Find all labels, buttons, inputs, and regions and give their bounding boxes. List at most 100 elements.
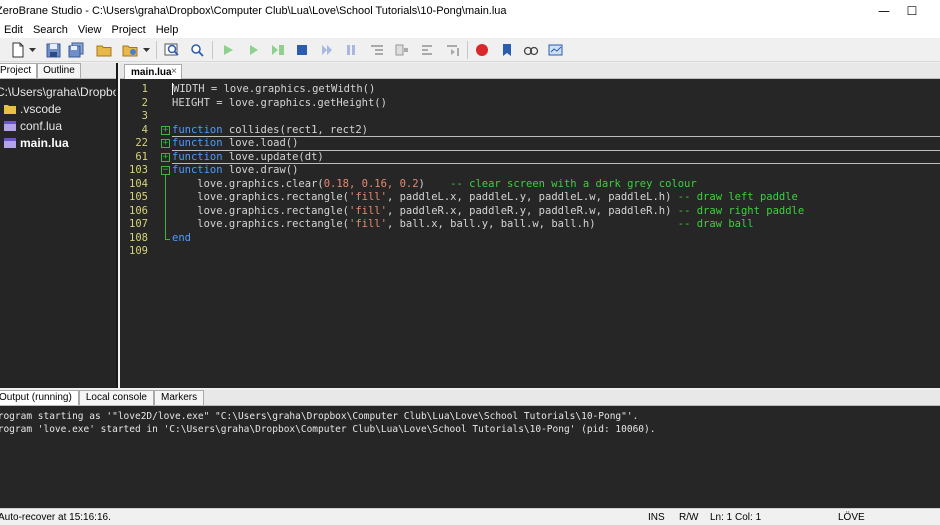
code-line: HEIGHT = love.graphics.getHeight(): [172, 97, 387, 111]
break-icon[interactable]: [343, 42, 359, 58]
code-token: love.graphics.clear(: [172, 177, 324, 190]
tree-root[interactable]: C:\Users\graha\Dropbox: [0, 83, 116, 100]
bookmark-icon[interactable]: [499, 42, 515, 58]
menu-help[interactable]: Help: [151, 24, 184, 36]
window-title: ZeroBrane Studio - C:\Users\graha\Dropbo…: [0, 5, 507, 17]
project-panel-tabs: Project Outline: [0, 63, 116, 79]
keyword-token: function: [172, 150, 223, 163]
string-token: 'fill': [349, 191, 387, 203]
toolbar: [0, 38, 940, 62]
keyword-token: function: [172, 137, 223, 149]
step-out-icon[interactable]: [394, 42, 410, 58]
line-number: 3: [141, 110, 148, 122]
status-interpreter[interactable]: LÖVE: [838, 512, 865, 523]
code-line: function love.draw(): [172, 164, 298, 178]
tab-output[interactable]: Output (running): [0, 390, 79, 405]
line-number: 4: [141, 123, 148, 136]
dropdown-arrow-icon[interactable]: [142, 42, 152, 58]
project-folder-icon[interactable]: [96, 42, 112, 58]
maximize-button[interactable]: ☐: [892, 0, 932, 22]
fold-expand-icon[interactable]: +: [161, 139, 170, 148]
stack-icon[interactable]: [548, 42, 564, 58]
close-tab-icon[interactable]: ×: [171, 66, 177, 77]
fold-expand-icon[interactable]: +: [161, 125, 170, 135]
fold-end-marker: [165, 238, 170, 240]
toolbar-separator: [156, 41, 157, 59]
editor-tab-label: main.lua: [131, 66, 172, 78]
line-number: 106: [129, 204, 148, 217]
code-token: WIDTH = love.graphics.getWidth(): [173, 83, 376, 95]
step-into-icon[interactable]: [369, 42, 385, 58]
menu-project[interactable]: Project: [106, 24, 150, 36]
save-icon[interactable]: [45, 42, 61, 58]
run-debug-icon[interactable]: [245, 42, 261, 58]
save-all-icon[interactable]: [68, 42, 84, 58]
file-tree: C:\Users\graha\Dropbox .vscode conf.lua …: [0, 79, 116, 151]
toolbar-separator: [467, 41, 468, 59]
output-panel-tabs: Output (running) Local console Markers: [0, 390, 940, 406]
tab-outline[interactable]: Outline: [37, 63, 81, 78]
toggle-breakpoint-icon[interactable]: [474, 42, 490, 58]
code-token: HEIGHT = love.graphics.getHeight(): [172, 96, 387, 109]
code-line: function collides(rect1, rect2): [172, 124, 368, 138]
line-number: 22: [135, 137, 148, 149]
code-line: WIDTH = love.graphics.getWidth(): [172, 83, 375, 97]
open-project-icon[interactable]: [122, 42, 138, 58]
status-bar: Auto-recover at 15:16:16. INS R/W Ln: 1 …: [0, 508, 940, 525]
find-in-files-icon[interactable]: [189, 42, 205, 58]
line-number: 104: [129, 177, 148, 190]
keyword-token: function: [172, 123, 223, 136]
watch-icon[interactable]: [523, 42, 539, 58]
menu-view[interactable]: View: [73, 24, 107, 36]
tab-markers[interactable]: Markers: [153, 390, 205, 405]
line-number: 105: [129, 191, 148, 203]
lua-file-icon: [4, 120, 16, 131]
step-over-icon[interactable]: [319, 42, 335, 58]
menu-edit[interactable]: Edit: [0, 24, 28, 36]
code-token: , paddleR.x, paddleR.y, paddleR.w, paddl…: [386, 204, 672, 217]
code-line: love.graphics.rectangle('fill', paddleL.…: [172, 191, 798, 205]
status-insert-mode: INS: [648, 512, 665, 523]
code-token: , paddleL.x, paddleL.y, paddleL.w, paddl…: [386, 191, 672, 203]
lua-file-icon: [4, 137, 16, 148]
code-line: love.graphics.rectangle('fill', ball.x, …: [172, 218, 754, 232]
code-line: end: [172, 232, 191, 246]
output-line: Program 'love.exe' started in 'C:\Users\…: [0, 424, 656, 435]
code-line: love.graphics.clear(0.18, 0.16, 0.2) -- …: [172, 177, 696, 192]
status-message: Auto-recover at 15:16:16.: [0, 512, 111, 523]
code-token: love.graphics.rectangle(: [172, 218, 350, 230]
compile-icon[interactable]: [270, 42, 286, 58]
fold-collapse-icon[interactable]: −: [161, 166, 170, 175]
tree-item-vscode[interactable]: .vscode: [0, 100, 116, 117]
new-file-icon[interactable]: [10, 42, 26, 58]
status-cursor-position: Ln: 1 Col: 1: [710, 512, 762, 523]
title-bar: ZeroBrane Studio - C:\Users\graha\Dropbo…: [0, 0, 940, 22]
menu-bar: Edit Search View Project Help: [0, 22, 940, 38]
code-token: love.graphics.rectangle(: [172, 191, 350, 203]
tab-local-console[interactable]: Local console: [78, 390, 154, 405]
toolbar-separator: [212, 41, 213, 59]
tab-project[interactable]: Project: [0, 63, 38, 78]
menu-search[interactable]: Search: [28, 24, 73, 36]
tree-item-conf-lua[interactable]: conf.lua: [0, 117, 116, 134]
fold-expand-icon[interactable]: +: [161, 152, 170, 162]
run-to-cursor-icon[interactable]: [420, 42, 436, 58]
string-token: 'fill': [349, 204, 387, 217]
dropdown-arrow-icon[interactable]: [28, 42, 38, 58]
editor-tabs: main.lua ×: [120, 63, 940, 79]
tab-main-lua[interactable]: main.lua ×: [124, 64, 182, 79]
comment-token: -- draw ball: [595, 218, 754, 230]
line-number: 108: [129, 231, 148, 244]
tree-item-label: .vscode: [20, 101, 62, 116]
line-number: 61: [135, 150, 148, 163]
tree-item-main-lua[interactable]: main.lua: [0, 134, 116, 151]
tree-root-label: C:\Users\graha\Dropbox: [0, 84, 116, 99]
comment-token: -- draw right paddle: [671, 204, 805, 217]
stop-icon[interactable]: [294, 42, 310, 58]
code-token: love.update(dt): [222, 150, 324, 163]
find-icon[interactable]: [164, 42, 180, 58]
code-token: love.load(): [222, 137, 299, 149]
trace-icon[interactable]: [445, 42, 461, 58]
run-icon[interactable]: [220, 42, 236, 58]
tree-item-label: main.lua: [20, 135, 69, 150]
